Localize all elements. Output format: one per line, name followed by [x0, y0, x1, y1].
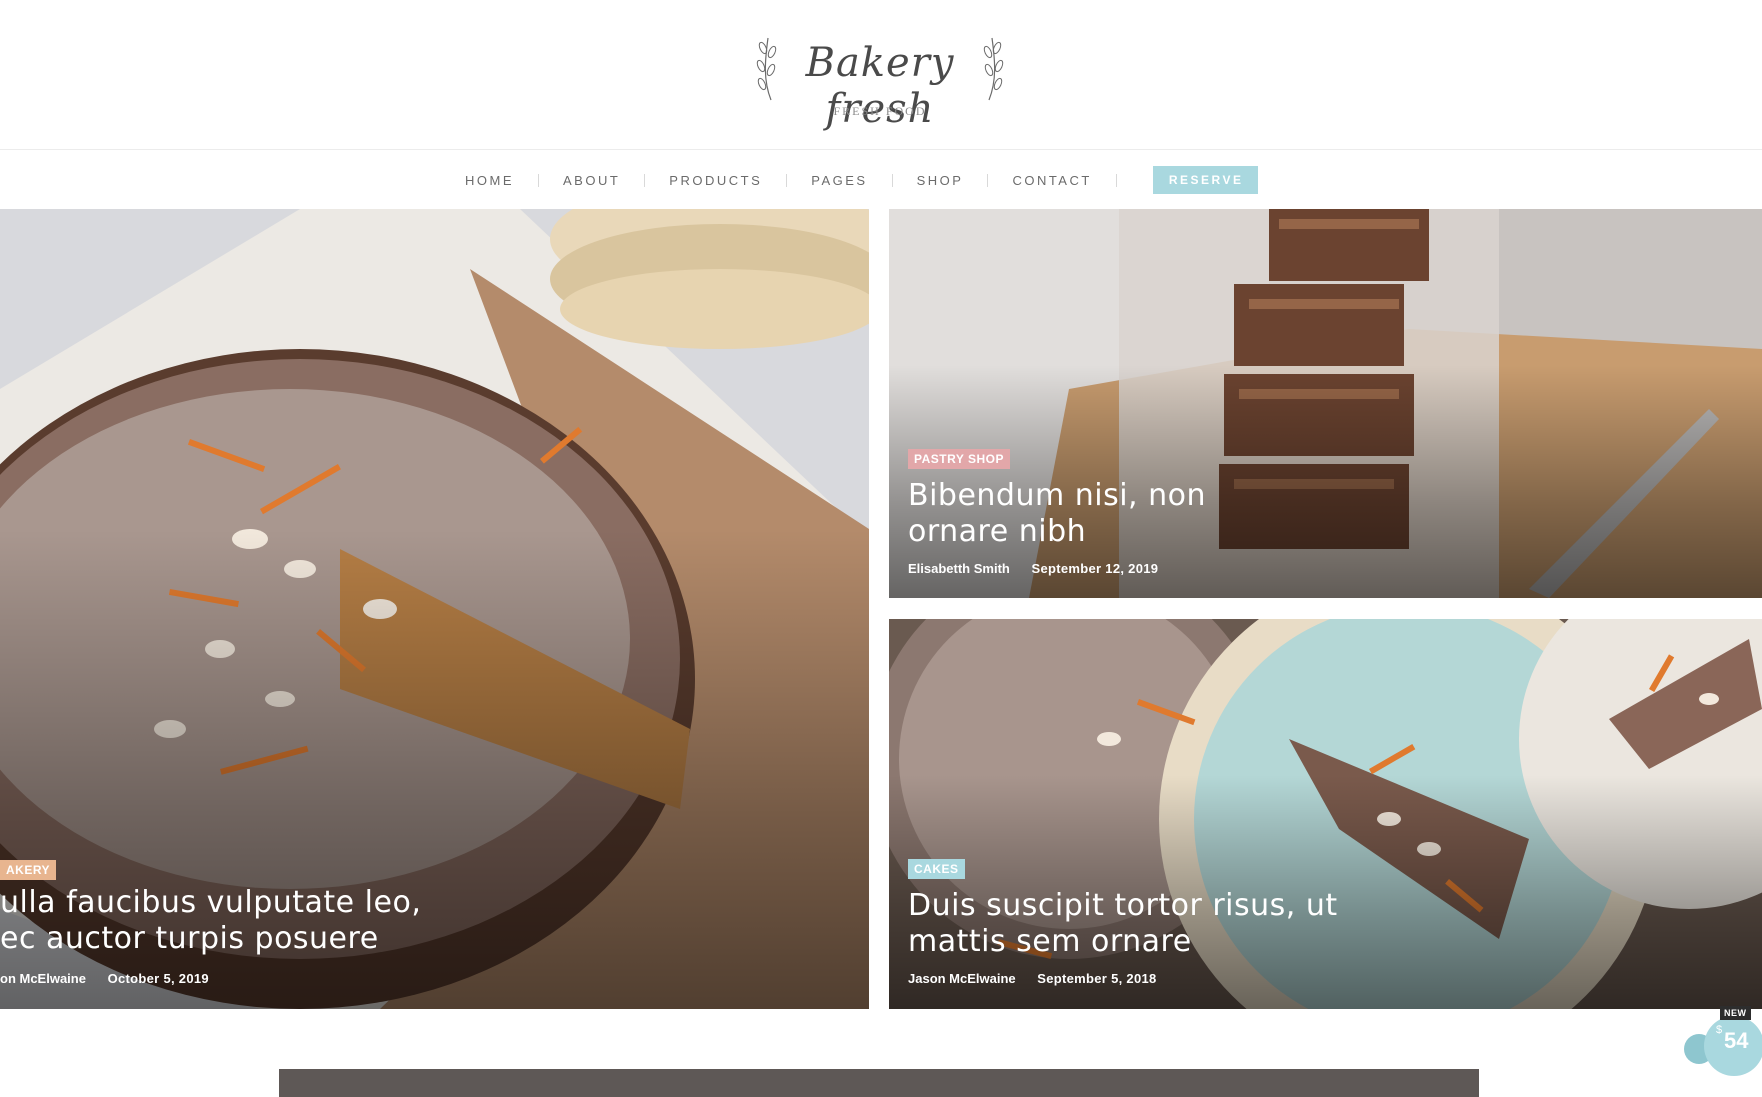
post-title-line: mattis sem ornare [908, 924, 1192, 959]
price-value: 54 [1724, 1028, 1749, 1053]
post-title-line: ulla faucibus vulputate leo, [0, 885, 422, 920]
category-badge[interactable]: PASTRY SHOP [908, 449, 1010, 469]
post-title[interactable]: Bibendum nisi, non ornare nibh [908, 478, 1408, 550]
brand-tagline: FRESH FOOD [833, 104, 927, 118]
main-nav: HOME ABOUT PRODUCTS PAGES SHOP CONTACT R… [0, 150, 1762, 209]
nav-item-about[interactable]: ABOUT [563, 173, 620, 188]
currency-symbol: $ [1716, 1024, 1723, 1036]
post-meta: Jason McElwaine September 5, 2018 [908, 971, 1175, 986]
purchase-widget[interactable]: $ 54 NEW [1684, 1002, 1762, 1097]
nav-item-shop[interactable]: SHOP [917, 173, 964, 188]
post-date[interactable]: September 12, 2019 [1031, 561, 1158, 576]
nav-divider [1115, 173, 1117, 187]
post-card[interactable]: PASTRY SHOP Bibendum nisi, non ornare ni… [889, 209, 1762, 598]
category-badge[interactable]: AKERY [0, 860, 57, 880]
post-date[interactable]: September 5, 2018 [1037, 971, 1156, 986]
post-title[interactable]: ulla faucibus vulputate leo, ec auctor t… [0, 885, 760, 957]
post-title-line: Duis suscipit tortor risus, ut [908, 888, 1338, 923]
post-author[interactable]: on McElwaine [0, 971, 86, 986]
post-title[interactable]: Duis suscipit tortor risus, ut mattis se… [908, 888, 1468, 960]
site-logo[interactable]: Bakery fresh FRESH FOOD [745, 30, 1015, 132]
post-meta: on McElwaine October 5, 2019 [0, 971, 227, 986]
nav-divider [644, 173, 646, 187]
nav-item-home[interactable]: HOME [465, 173, 514, 188]
site-header: Bakery fresh FRESH FOOD [0, 0, 1762, 150]
post-title-line: ornare nibh [908, 514, 1087, 549]
nav-item-pages[interactable]: PAGES [811, 173, 867, 188]
post-date[interactable]: October 5, 2019 [108, 971, 209, 986]
nav-divider [891, 173, 893, 187]
post-title-line: Bibendum nisi, non [908, 478, 1207, 513]
nav-item-contact[interactable]: CONTACT [1012, 173, 1091, 188]
featured-post-card[interactable]: AKERY ulla faucibus vulputate leo, ec au… [0, 209, 869, 1009]
nav-divider [987, 173, 989, 187]
post-title-line: ec auctor turpis posuere [0, 921, 379, 956]
section-banner [279, 1069, 1479, 1097]
post-author[interactable]: Jason McElwaine [908, 971, 1016, 986]
nav-divider [786, 173, 788, 187]
reserve-button[interactable]: RESERVE [1152, 166, 1259, 194]
nav-divider [538, 173, 539, 187]
post-meta: Elisabetth Smith September 12, 2019 [908, 561, 1176, 576]
nav-item-products[interactable]: PRODUCTS [669, 173, 762, 188]
post-card[interactable]: CAKES Duis suscipit tortor risus, ut mat… [889, 619, 1762, 1009]
category-badge[interactable]: CAKES [908, 859, 965, 879]
post-author[interactable]: Elisabetth Smith [908, 561, 1010, 576]
nav-list: HOME ABOUT PRODUCTS PAGES SHOP CONTACT R… [465, 166, 1259, 194]
new-badge: NEW [1720, 1006, 1751, 1020]
